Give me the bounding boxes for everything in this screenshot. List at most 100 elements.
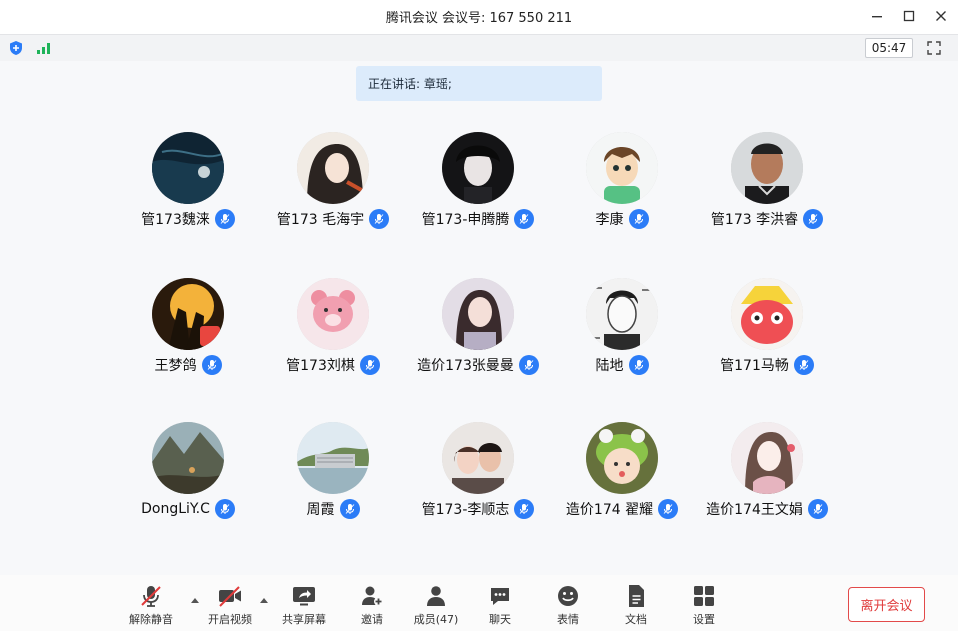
avatar	[731, 132, 803, 204]
microphone-icon	[365, 360, 375, 370]
participant-name: 管173魏涞	[141, 212, 210, 228]
microphone-icon	[374, 214, 384, 224]
start-video-label: 开启视频	[208, 613, 252, 626]
share-screen-button[interactable]: 共享屏幕	[274, 583, 334, 629]
participant-name-row: 管171马畅	[692, 354, 842, 376]
participant-name-row: 陆地	[547, 354, 697, 376]
members-label: 成员(47)	[413, 613, 459, 626]
participant-name-row: 管173 毛海宇	[258, 208, 408, 230]
mic-status-badge	[214, 209, 235, 229]
avatar	[297, 278, 369, 350]
microphone-icon	[220, 214, 230, 224]
participant-tile[interactable]: 周霞	[258, 422, 408, 522]
minimize-button[interactable]	[866, 6, 888, 26]
participant-tile[interactable]: 造价174王文娟	[692, 422, 842, 522]
participant-name-row: 造价174王文娟	[692, 498, 842, 520]
invite-label: 邀请	[361, 613, 383, 626]
mic-status-badge	[514, 209, 535, 229]
user-icon	[423, 583, 449, 609]
security-button[interactable]	[6, 39, 26, 57]
participant-name-row: 造价174 翟耀	[547, 498, 697, 520]
avatar	[442, 422, 514, 494]
participant-tile[interactable]: 造价174 翟耀	[547, 422, 697, 522]
members-button[interactable]: 成员(47)	[406, 583, 466, 629]
participant-tile[interactable]: 管173刘棋	[258, 278, 408, 378]
participant-name-row: 管173刘棋	[258, 354, 408, 376]
maximize-button[interactable]	[898, 6, 920, 26]
chat-button[interactable]: 聊天	[470, 583, 530, 629]
microphone-icon	[520, 504, 529, 514]
fullscreen-button[interactable]	[924, 39, 944, 57]
avatar	[152, 132, 224, 204]
participant-tile[interactable]: 管173-李顺志	[403, 422, 553, 522]
participant-name: 管173刘棋	[286, 358, 355, 374]
participant-tile[interactable]: 王梦鸽	[113, 278, 263, 378]
mic-status-badge	[793, 355, 814, 375]
participant-name-row: 周霞	[258, 498, 408, 520]
participant-name: 管173 毛海宇	[276, 212, 365, 228]
microphone-icon	[520, 214, 529, 224]
grid-apps-icon	[691, 583, 717, 609]
participant-name-row: 管173魏涞	[113, 208, 263, 230]
reactions-button[interactable]: 表情	[538, 583, 598, 629]
status-bar: 05:47	[0, 34, 958, 62]
microphone-icon	[634, 214, 643, 224]
mic-status-badge	[628, 209, 649, 229]
leave-meeting-button[interactable]: 离开会议	[848, 587, 925, 622]
participant-tile[interactable]: 管171马畅	[692, 278, 842, 378]
audio-options-caret[interactable]	[190, 595, 200, 605]
settings-label: 设置	[693, 613, 715, 626]
microphone-icon	[799, 360, 809, 370]
smiley-icon	[555, 583, 581, 609]
microphone-icon	[634, 360, 643, 370]
mic-status-badge	[339, 499, 360, 519]
participant-tile[interactable]: 管173 李洪睿	[692, 132, 842, 232]
participant-name: 王梦鸽	[154, 358, 197, 374]
microphone-icon	[663, 504, 673, 514]
participant-name: 管173 李洪睿	[710, 212, 799, 228]
unmute-button[interactable]: 解除静音	[121, 583, 181, 629]
start-video-button[interactable]: 开启视频	[200, 583, 260, 629]
mic-status-badge	[214, 499, 235, 519]
reactions-label: 表情	[557, 613, 579, 626]
mic-status-badge	[359, 355, 380, 375]
documents-button[interactable]: 文档	[606, 583, 666, 629]
avatar	[152, 422, 224, 494]
close-window-button[interactable]	[930, 6, 952, 26]
microphone-icon	[220, 504, 230, 514]
microphone-icon	[207, 360, 216, 370]
video-stage: 正在讲话: 章瑶; 管173魏涞 管173 毛海宇 管173-申腾腾 李康 管173 李…	[0, 61, 958, 605]
participant-grid: 管173魏涞 管173 毛海宇 管173-申腾腾 李康 管173 李洪睿王梦鸽 管173刘…	[0, 61, 958, 575]
participant-name: 造价174 翟耀	[565, 502, 654, 518]
participant-tile[interactable]: 李康	[547, 132, 697, 232]
share-screen-label: 共享屏幕	[282, 613, 326, 626]
mic-status-badge	[514, 499, 535, 519]
meeting-toolbar: 解除静音 开启视频 共享屏幕 邀请 成员(47) 聊天 表情 文档 设置 离开会…	[0, 575, 958, 631]
invite-button[interactable]: 邀请	[342, 583, 402, 629]
avatar	[152, 278, 224, 350]
participant-tile[interactable]: 管173魏涞	[113, 132, 263, 232]
participant-tile[interactable]: 陆地	[547, 278, 697, 378]
participant-name: 管171马畅	[720, 358, 789, 374]
participant-tile[interactable]: 管173-申腾腾	[403, 132, 553, 232]
participant-tile[interactable]: 管173 毛海宇	[258, 132, 408, 232]
participant-name-row: 管173 李洪睿	[692, 208, 842, 230]
window-controls	[866, 6, 952, 26]
participant-name-row: DongLiY.C	[113, 498, 263, 520]
microphone-icon	[345, 504, 354, 514]
meeting-timer: 05:47	[865, 38, 913, 58]
video-options-caret[interactable]	[259, 595, 269, 605]
fullscreen-icon	[927, 41, 941, 55]
avatar	[586, 132, 658, 204]
title-bar: 腾讯会议 会议号: 167 550 211	[0, 0, 958, 33]
network-signal-button[interactable]	[34, 39, 54, 57]
mic-status-badge	[658, 499, 679, 519]
documents-label: 文档	[625, 613, 647, 626]
participant-tile[interactable]: DongLiY.C	[113, 422, 263, 522]
settings-button[interactable]: 设置	[674, 583, 734, 629]
participant-tile[interactable]: 造价173张曼曼	[403, 278, 553, 378]
mic-status-badge	[628, 355, 649, 375]
caret-up-icon	[260, 598, 268, 603]
avatar	[297, 422, 369, 494]
avatar	[586, 278, 658, 350]
